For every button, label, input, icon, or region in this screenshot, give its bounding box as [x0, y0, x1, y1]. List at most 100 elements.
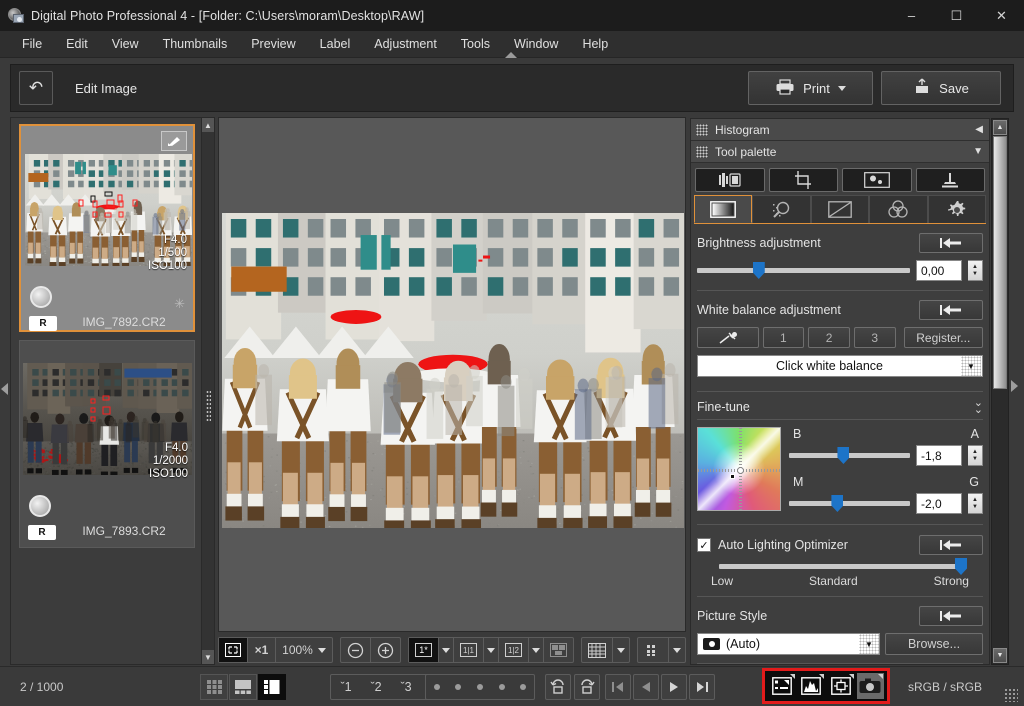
thumbnail-item-0[interactable]: F4.0 1/500 ISO100 ✳ R IMG_7892.CR2 — [19, 124, 195, 332]
menu-edit[interactable]: Edit — [54, 31, 100, 58]
mg-value[interactable]: -2,0 — [916, 493, 962, 514]
preview-view-button[interactable] — [258, 673, 286, 700]
splitter-grip[interactable] — [206, 390, 211, 422]
menu-view[interactable]: View — [100, 31, 151, 58]
collapse-right-panel-icon[interactable] — [1011, 380, 1018, 392]
histogram-collapse-icon[interactable]: ◀ — [975, 124, 983, 135]
before-after-dropdown[interactable] — [484, 638, 499, 662]
menu-thumbnails[interactable]: Thumbnails — [151, 31, 240, 58]
label-dot-5[interactable] — [520, 683, 527, 690]
menu-label[interactable]: Label — [308, 31, 363, 58]
dropdown-corner-icon[interactable] — [878, 674, 883, 684]
picture-style-browse-button[interactable]: Browse... — [885, 633, 983, 655]
multi-layout-button[interactable] — [544, 638, 573, 662]
alo-slider[interactable] — [719, 558, 967, 575]
picture-style-dropdown[interactable]: (Auto) ▼ — [697, 633, 880, 655]
zoom-in-button[interactable] — [371, 638, 400, 662]
brightness-slider[interactable] — [697, 262, 910, 279]
next-image-button[interactable] — [661, 673, 687, 700]
print-button[interactable]: Print — [748, 71, 873, 105]
white-balance-dropdown[interactable]: Click white balance ▼ — [697, 355, 983, 377]
wb-preset-3-button[interactable]: 3 — [853, 327, 896, 348]
scrollbar-thumb[interactable] — [993, 136, 1007, 389]
stamp-tab[interactable] — [915, 168, 985, 192]
dropdown-corner-icon[interactable] — [789, 674, 795, 684]
ba-slider-handle[interactable] — [837, 447, 850, 464]
brightness-stepper[interactable]: ▲ ▼ — [968, 260, 983, 281]
brightness-reset-button[interactable] — [919, 233, 983, 253]
mg-slider-handle[interactable] — [831, 495, 844, 512]
scroll-down-icon[interactable]: ▼ — [202, 650, 214, 664]
panel-expand-caret-icon[interactable] — [505, 52, 517, 58]
resize-grip[interactable] — [1004, 688, 1018, 702]
drag-grip-icon[interactable] — [696, 145, 708, 158]
thumbnail-detail-view-button[interactable] — [229, 673, 257, 700]
grid-view-button[interactable] — [200, 673, 228, 700]
brightness-slider-handle[interactable] — [752, 262, 765, 279]
zoom-level-dropdown[interactable]: 100% — [276, 638, 332, 662]
first-image-button[interactable] — [605, 673, 631, 700]
back-button[interactable]: ↶ — [19, 71, 53, 105]
label-dot-3[interactable] — [476, 683, 483, 690]
chevron-down-icon[interactable]: ▼ — [961, 356, 981, 376]
thumbnail-scrollbar[interactable]: ▲ ▼ — [201, 117, 215, 665]
shooting-info-button[interactable] — [856, 673, 884, 699]
dropdown-corner-icon[interactable] — [819, 674, 824, 684]
before-after-view-button[interactable]: 1|1 — [454, 638, 484, 662]
label-dot-4[interactable] — [498, 683, 505, 690]
fine-tune-section-header[interactable]: Fine-tune ⌄ ⌄ — [697, 398, 983, 416]
menu-adjustment[interactable]: Adjustment — [362, 31, 449, 58]
last-image-button[interactable] — [689, 673, 715, 700]
menu-file[interactable]: File — [10, 31, 54, 58]
tool-palette-collapse-icon[interactable]: ▼ — [973, 146, 983, 157]
aspect-guide-dropdown[interactable] — [669, 638, 685, 662]
menu-tools[interactable]: Tools — [449, 31, 502, 58]
white-balance-reset-button[interactable] — [919, 300, 983, 320]
menu-help[interactable]: Help — [570, 31, 620, 58]
rating-2-button[interactable]: ˇ2 — [361, 680, 391, 694]
rotate-left-button[interactable] — [545, 673, 571, 700]
histogram-overlay-button[interactable] — [798, 673, 826, 699]
mg-slider[interactable] — [789, 495, 910, 512]
color-tab[interactable] — [869, 195, 928, 223]
actual-size-button[interactable]: ×1 — [248, 638, 276, 662]
single-view-dropdown[interactable] — [439, 638, 454, 662]
save-button[interactable]: Save — [881, 71, 1001, 105]
menu-preview[interactable]: Preview — [239, 31, 307, 58]
ba-slider[interactable] — [789, 447, 910, 464]
zoom-out-button[interactable] — [341, 638, 371, 662]
wb-register-button[interactable]: Register... — [903, 327, 983, 348]
basic-adjustment-tab[interactable] — [695, 168, 765, 192]
crop-tab[interactable] — [768, 168, 838, 192]
color-picker-marker[interactable] — [730, 474, 735, 479]
histogram-section-header[interactable]: Histogram ◀ — [691, 119, 989, 141]
rating-1-button[interactable]: ˇ1 — [331, 680, 361, 694]
aspect-guide-button[interactable] — [638, 638, 669, 662]
ba-stepper[interactable]: ▲ ▼ — [968, 445, 983, 466]
minimize-button[interactable]: – — [889, 0, 934, 31]
brightness-tab[interactable] — [694, 195, 753, 223]
ba-value[interactable]: -1,8 — [916, 445, 962, 466]
single-image-view-button[interactable]: 1* — [409, 638, 439, 662]
grid-overlay-button[interactable] — [582, 638, 613, 662]
two-image-dropdown[interactable] — [529, 638, 544, 662]
scroll-up-icon[interactable]: ▲ — [993, 120, 1007, 135]
maximize-button[interactable]: ☐ — [934, 0, 979, 31]
close-button[interactable]: ✕ — [979, 0, 1024, 31]
brightness-value[interactable]: 0,00 — [916, 260, 962, 281]
alo-checkbox[interactable]: ✓ — [697, 538, 711, 552]
noise-reduction-tab[interactable] — [752, 195, 811, 223]
dropdown-corner-icon[interactable] — [848, 674, 854, 684]
tone-curve-tab[interactable] — [810, 195, 870, 223]
rotate-right-button[interactable] — [574, 673, 600, 700]
two-image-view-button[interactable]: 1|2 — [499, 638, 529, 662]
alo-slider-handle[interactable] — [955, 558, 967, 575]
picture-style-reset-button[interactable] — [919, 606, 983, 626]
scroll-down-icon[interactable]: ▼ — [993, 648, 1007, 663]
chevron-down-icon[interactable]: ▼ — [859, 634, 879, 654]
preview-area[interactable] — [218, 117, 686, 632]
tool-palette-section-header[interactable]: Tool palette ▼ — [691, 141, 989, 163]
settings-tab[interactable] — [927, 195, 987, 223]
label-dot-2[interactable] — [455, 683, 462, 690]
mg-stepper[interactable]: ▲ ▼ — [968, 493, 983, 514]
